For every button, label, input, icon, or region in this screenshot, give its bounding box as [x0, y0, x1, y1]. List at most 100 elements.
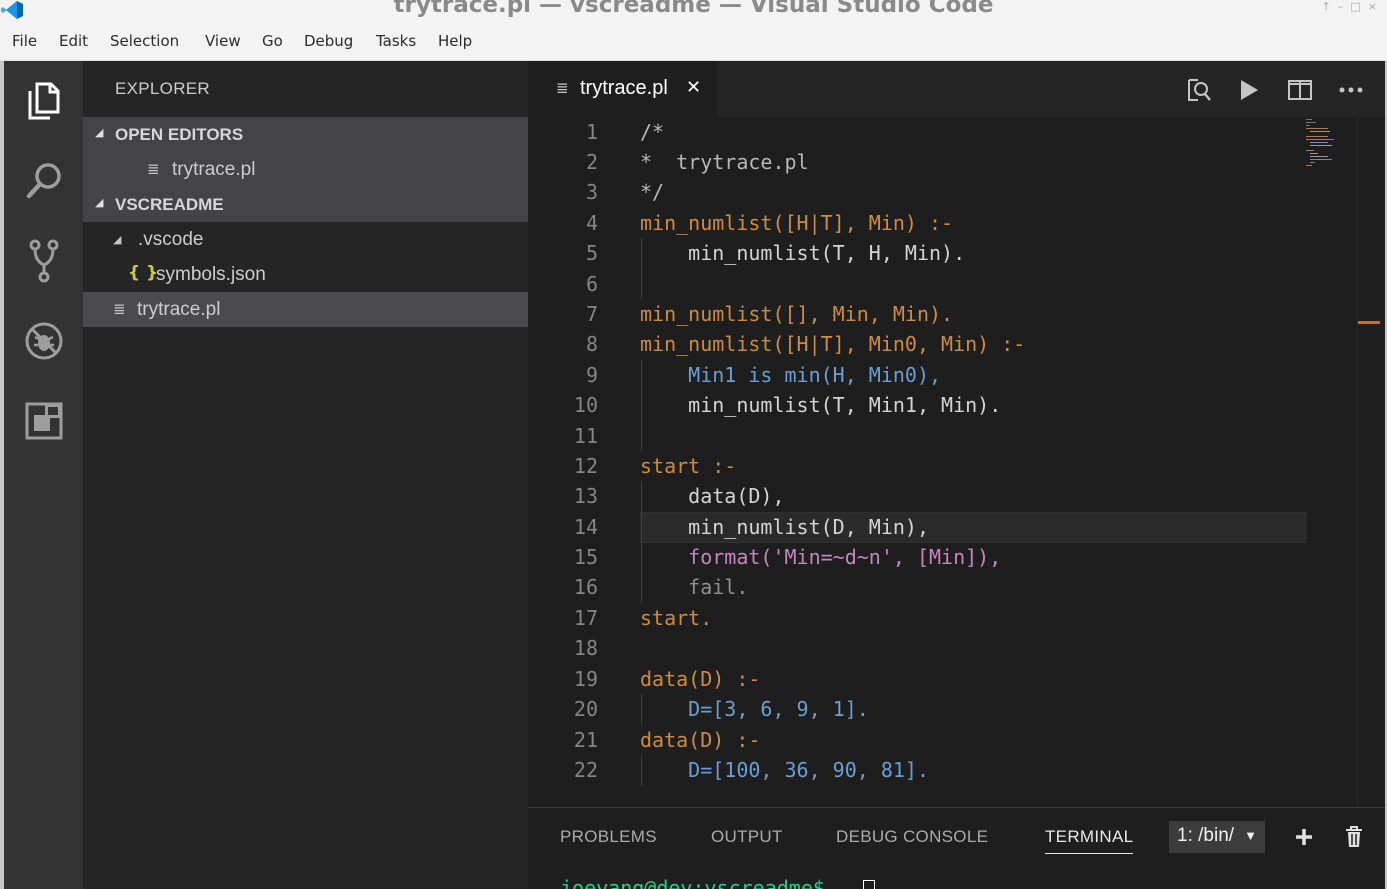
menu-edit[interactable]: Edit — [59, 32, 88, 50]
editor-tab-bar: ≣ trytrace.pl ✕ — [528, 61, 1385, 117]
line-number: 19 — [573, 667, 598, 691]
code-line: 15 format('Min=~d~n', [Min]), — [528, 542, 1357, 572]
collapse-arrow-icon: ◢ — [95, 126, 104, 139]
line-number: 15 — [573, 545, 598, 569]
tab-debug-console[interactable]: DEBUG CONSOLE — [836, 827, 988, 847]
minimap[interactable] — [1300, 117, 1357, 807]
line-number: 22 — [573, 758, 598, 782]
menu-view[interactable]: View — [205, 32, 241, 50]
terminal-prompt: joeyang@dev:vscreadme$ — [560, 876, 837, 889]
split-editor-icon[interactable] — [1287, 77, 1313, 103]
line-code: min_numlist([], Min, Min). — [640, 302, 954, 326]
line-number: 14 — [573, 515, 598, 539]
code-line: 8 min_numlist([H|T], Min0, Min) :- — [528, 329, 1357, 359]
terminal-cursor — [863, 880, 875, 889]
line-code: * trytrace.pl — [640, 150, 809, 174]
open-editors-label: OPEN EDITORS — [115, 125, 244, 144]
code-line: 12 start :- — [528, 451, 1357, 481]
code-line: 18 — [528, 633, 1357, 663]
extensions-icon[interactable] — [22, 399, 66, 443]
code-line: 21 data(D) :- — [528, 725, 1357, 755]
indent-guide — [641, 481, 642, 603]
code-line: 16 fail. — [528, 572, 1357, 602]
debug-icon[interactable] — [22, 319, 66, 363]
line-code: /* — [640, 120, 665, 144]
tab-label: trytrace.pl — [580, 77, 668, 99]
line-number: 8 — [585, 332, 598, 356]
indent-guide — [641, 360, 642, 451]
tree-item-vscode-folder[interactable]: ◢ .vscode — [83, 222, 528, 257]
open-editors-header[interactable]: ◢ OPEN EDITORS — [83, 117, 528, 152]
line-code: fail. — [640, 575, 749, 599]
line-number: 18 — [573, 636, 598, 660]
search-icon[interactable] — [22, 159, 66, 203]
line-number: 5 — [585, 241, 598, 265]
run-icon[interactable] — [1236, 77, 1262, 103]
more-actions-icon[interactable] — [1338, 77, 1364, 103]
line-code: D=[3, 6, 9, 1]. — [640, 697, 869, 721]
terminal-select[interactable]: 1: /bin/ ▼ — [1169, 821, 1265, 853]
code-line: 5 min_numlist(T, H, Min). — [528, 238, 1357, 268]
window-minimize-button[interactable]: – — [1338, 0, 1344, 13]
menu-bar: File Edit Selection View Go Debug Tasks … — [0, 22, 1387, 61]
tab-trytrace-pl[interactable]: ≣ trytrace.pl ✕ — [528, 61, 718, 117]
line-code: start :- — [640, 454, 737, 478]
line-number: 10 — [573, 393, 598, 417]
find-references-icon[interactable] — [1186, 77, 1212, 103]
menu-debug[interactable]: Debug — [304, 32, 353, 50]
tree-item-label: trytrace.pl — [137, 299, 221, 320]
source-control-icon[interactable] — [22, 239, 66, 283]
line-code: start. — [640, 606, 713, 630]
line-number: 21 — [573, 728, 598, 752]
line-code: min_numlist([H|T], Min) :- — [640, 211, 954, 235]
indent-guide — [641, 238, 642, 299]
editor-scrollbar[interactable] — [1357, 117, 1385, 807]
chevron-down-icon: ▼ — [1244, 828, 1257, 843]
tree-item-symbols-json[interactable]: { } symbols.json — [83, 257, 528, 292]
project-header[interactable]: ◢ VSCREADME — [83, 187, 528, 222]
code-line: 4 min_numlist([H|T], Min) :- — [528, 208, 1357, 238]
menu-file[interactable]: File — [12, 32, 37, 50]
window-close-button[interactable]: × — [1368, 0, 1377, 13]
line-code: min_numlist(T, Min1, Min). — [640, 393, 1002, 417]
code-line: 14 min_numlist(D, Min), — [528, 512, 1357, 542]
code-line: 13 data(D), — [528, 481, 1357, 511]
line-number: 11 — [573, 424, 598, 448]
menu-go[interactable]: Go — [262, 32, 283, 50]
new-terminal-icon[interactable] — [1292, 825, 1316, 849]
line-number: 13 — [573, 484, 598, 508]
scrollbar-position-marker — [1358, 321, 1380, 324]
file-lines-icon: ≣ — [147, 160, 160, 178]
folder-expanded-icon: ◢ — [113, 233, 122, 246]
explorer-icon[interactable] — [22, 79, 66, 123]
open-editor-item[interactable]: ≣ trytrace.pl — [83, 152, 528, 187]
line-number: 16 — [573, 575, 598, 599]
line-code: data(D) :- — [640, 667, 761, 691]
tree-item-label: symbols.json — [156, 264, 266, 285]
line-number: 12 — [573, 454, 598, 478]
tab-problems[interactable]: PROBLEMS — [560, 827, 657, 847]
menu-help[interactable]: Help — [438, 32, 472, 50]
code-line: 3 */ — [528, 177, 1357, 207]
line-code: data(D), — [640, 484, 785, 508]
line-number: 2 — [585, 150, 598, 174]
explorer-sidebar: EXPLORER ◢ OPEN EDITORS ≣ trytrace.pl ◢ … — [83, 61, 528, 889]
tree-item-trytrace-pl[interactable]: ≣ trytrace.pl — [83, 292, 528, 327]
window-title-bar: trytrace.pl — vscreadme — Visual Studio … — [0, 0, 1387, 22]
close-tab-icon[interactable]: ✕ — [686, 77, 701, 98]
menu-selection[interactable]: Selection — [110, 32, 179, 50]
activity-bar — [4, 61, 83, 889]
window-maximize-button[interactable]: □ — [1350, 0, 1360, 13]
tree-item-label: .vscode — [138, 229, 204, 250]
window-controls: ↑ – □ × — [1322, 0, 1377, 13]
line-code: min_numlist(T, H, Min). — [640, 241, 966, 265]
code-line: 19 data(D) :- — [528, 664, 1357, 694]
code-editor[interactable]: 1 /* 2 * trytrace.pl 3 */ 4 min_numlist([H|T… — [528, 117, 1357, 807]
window-pin-button[interactable]: ↑ — [1322, 0, 1331, 13]
tab-output[interactable]: OUTPUT — [711, 827, 783, 847]
project-label: VSCREADME — [115, 195, 224, 214]
menu-tasks[interactable]: Tasks — [376, 32, 416, 50]
trash-icon[interactable] — [1342, 825, 1366, 849]
tab-terminal[interactable]: TERMINAL — [1045, 827, 1134, 854]
code-line: 10 min_numlist(T, Min1, Min). — [528, 390, 1357, 420]
